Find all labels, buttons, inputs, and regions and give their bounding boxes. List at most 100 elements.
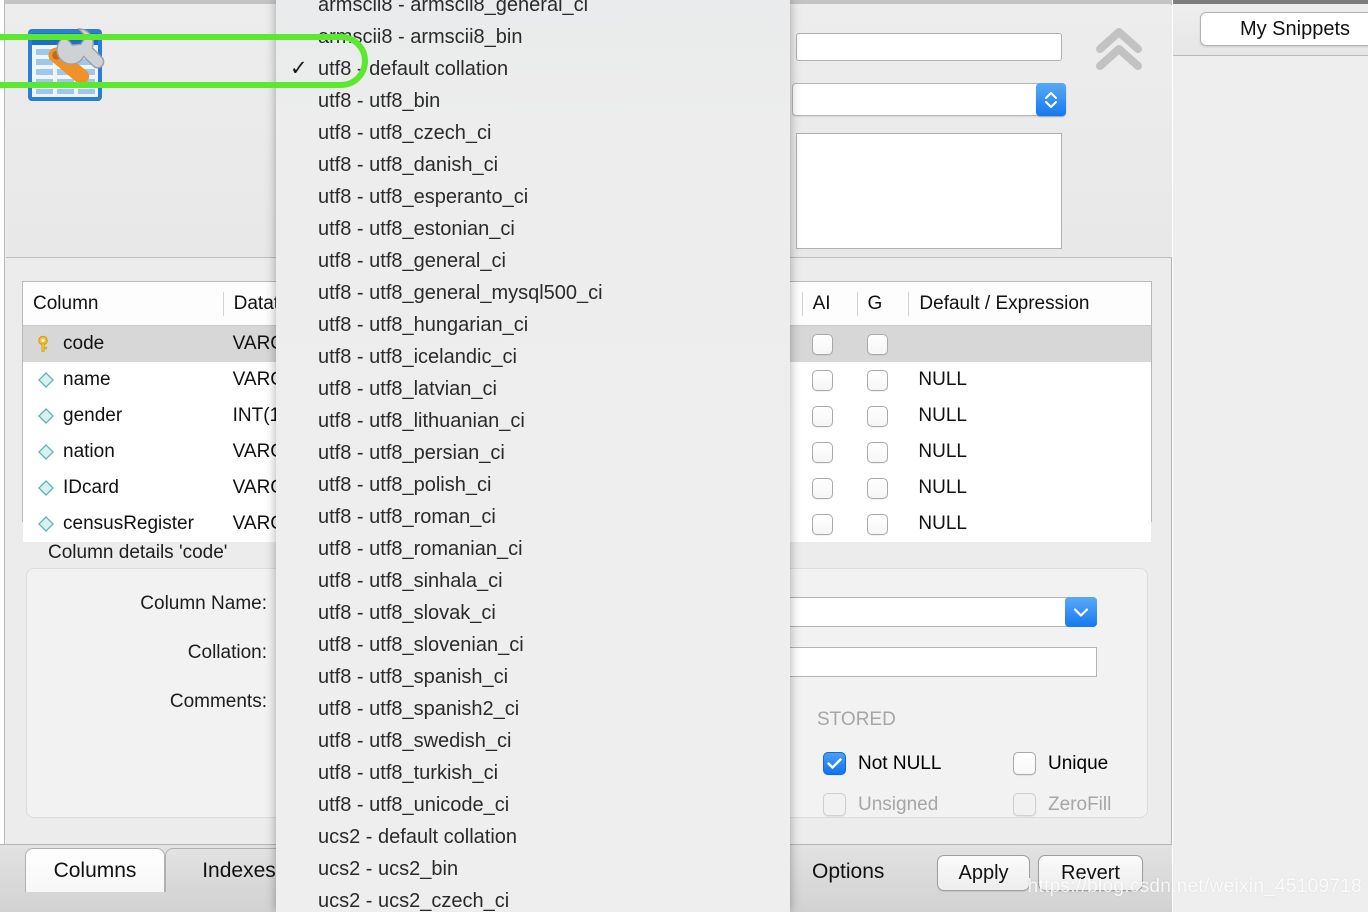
unique-checkbox-row[interactable]: Unique xyxy=(1013,752,1108,775)
collation-option[interactable]: utf8 - utf8_general_mysql500_ci xyxy=(276,277,790,309)
options-label[interactable]: Options xyxy=(812,860,884,884)
collation-option[interactable]: utf8 - utf8_turkish_ci xyxy=(276,757,790,789)
collation-option[interactable]: utf8 - utf8_slovak_ci xyxy=(276,597,790,629)
collation-option[interactable]: utf8 - utf8_roman_ci xyxy=(276,501,790,533)
zerofill-label: ZeroFill xyxy=(1048,793,1112,815)
collation-option[interactable]: utf8 - utf8_estonian_ci xyxy=(276,213,790,245)
up-down-chevron-icon[interactable] xyxy=(1036,83,1066,116)
cell-default[interactable]: NULL xyxy=(908,398,1151,434)
collation-option[interactable]: utf8 - default collation xyxy=(276,53,790,85)
collation-option[interactable]: utf8 - utf8_spanish2_ci xyxy=(276,693,790,725)
diamond-icon xyxy=(33,407,59,425)
cell-g[interactable] xyxy=(857,398,909,434)
not-null-checkbox[interactable] xyxy=(823,752,846,775)
cell-ai[interactable] xyxy=(802,434,857,470)
key-icon xyxy=(33,335,59,353)
cell-g[interactable] xyxy=(857,326,909,362)
cell-g[interactable] xyxy=(857,470,909,506)
chevron-down-icon[interactable] xyxy=(1065,597,1097,627)
g-checkbox[interactable] xyxy=(866,369,888,391)
collation-option[interactable]: utf8 - utf8_latvian_ci xyxy=(276,373,790,405)
table-collation-select[interactable] xyxy=(792,83,1066,116)
collation-dropdown-menu[interactable]: armscii8 - armscii8_general_ci armscii8 -… xyxy=(276,0,790,912)
collation-option[interactable]: utf8 - utf8_slovenian_ci xyxy=(276,629,790,661)
header-default[interactable]: Default / Expression xyxy=(908,291,1151,316)
g-checkbox[interactable] xyxy=(866,477,888,499)
collation-option[interactable]: utf8 - utf8_swedish_ci xyxy=(276,725,790,757)
collation-option[interactable]: utf8 - utf8_persian_ci xyxy=(276,437,790,469)
my-snippets-tab[interactable]: My Snippets xyxy=(1200,12,1368,46)
collation-option[interactable]: utf8 - utf8_romanian_ci xyxy=(276,533,790,565)
ai-checkbox[interactable] xyxy=(811,513,833,535)
collation-option[interactable]: utf8 - utf8_danish_ci xyxy=(276,149,790,181)
cell-default[interactable]: NULL xyxy=(908,506,1151,542)
collation-option[interactable]: utf8 - utf8_lithuanian_ci xyxy=(276,405,790,437)
cell-column-name[interactable]: code xyxy=(23,326,223,362)
collation-option[interactable]: utf8 - utf8_hungarian_ci xyxy=(276,309,790,341)
collation-option[interactable]: utf8 - utf8_czech_ci xyxy=(276,117,790,149)
diamond-icon xyxy=(33,443,59,461)
cell-g[interactable] xyxy=(857,434,909,470)
cell-ai[interactable] xyxy=(802,362,857,398)
collation-option[interactable]: ucs2 - ucs2_czech_ci xyxy=(276,885,790,912)
collation-option[interactable]: utf8 - utf8_bin xyxy=(276,85,790,117)
ai-checkbox[interactable] xyxy=(811,333,833,355)
ai-checkbox[interactable] xyxy=(811,441,833,463)
column-name-text: name xyxy=(63,369,111,390)
ai-checkbox[interactable] xyxy=(811,405,833,427)
cell-column-name[interactable]: gender xyxy=(23,398,223,434)
collation-option[interactable]: utf8 - utf8_icelandic_ci xyxy=(276,341,790,373)
column-name-text: gender xyxy=(63,405,123,426)
header-column[interactable]: Column xyxy=(23,292,223,316)
cell-default[interactable]: NULL xyxy=(908,362,1151,398)
not-null-checkbox-row[interactable]: Not NULL xyxy=(823,752,941,775)
cell-column-name[interactable]: nation xyxy=(23,434,223,470)
collation-option[interactable]: armscii8 - armscii8_bin xyxy=(276,21,790,53)
unique-checkbox[interactable] xyxy=(1013,752,1036,775)
cell-default[interactable] xyxy=(908,326,1151,362)
column-datatype-select[interactable] xyxy=(787,597,1097,627)
column-name-text: nation xyxy=(63,441,115,462)
tab-columns[interactable]: Columns xyxy=(25,848,165,892)
g-checkbox[interactable] xyxy=(866,441,888,463)
g-checkbox[interactable] xyxy=(866,333,888,355)
header-ai[interactable]: AI xyxy=(801,291,857,316)
diamond-icon xyxy=(33,479,59,497)
apply-button[interactable]: Apply xyxy=(937,855,1030,891)
cell-column-name[interactable]: name xyxy=(23,362,223,398)
cell-default[interactable]: NULL xyxy=(908,470,1151,506)
collation-option[interactable]: ucs2 - default collation xyxy=(276,821,790,853)
cell-ai[interactable] xyxy=(802,470,857,506)
ai-checkbox[interactable] xyxy=(811,477,833,499)
cell-ai[interactable] xyxy=(802,398,857,434)
cell-g[interactable] xyxy=(857,506,909,542)
header-g[interactable]: G xyxy=(856,291,909,316)
cell-column-name[interactable]: IDcard xyxy=(23,470,223,506)
collation-option[interactable]: utf8 - utf8_general_ci xyxy=(276,245,790,277)
g-checkbox[interactable] xyxy=(866,405,888,427)
cell-ai[interactable] xyxy=(802,326,857,362)
table-comments-textarea[interactable] xyxy=(796,133,1062,249)
g-checkbox[interactable] xyxy=(866,513,888,535)
collation-option[interactable]: utf8 - utf8_sinhala_ci xyxy=(276,565,790,597)
cell-column-name[interactable]: censusRegister xyxy=(23,506,223,542)
stored-option-label: STORED xyxy=(817,709,896,730)
zerofill-checkbox-row: ZeroFill xyxy=(1013,793,1111,816)
collation-option[interactable]: armscii8 - armscii8_general_ci xyxy=(276,0,790,21)
cell-g[interactable] xyxy=(857,362,909,398)
ai-checkbox[interactable] xyxy=(811,369,833,391)
cell-default[interactable]: NULL xyxy=(908,434,1151,470)
collation-option[interactable]: utf8 - utf8_spanish_ci xyxy=(276,661,790,693)
table-name-input[interactable] xyxy=(796,33,1062,61)
column-details-title: Column details 'code' xyxy=(48,542,228,563)
cell-ai[interactable] xyxy=(802,506,857,542)
default-text: NULL xyxy=(918,513,967,534)
unsigned-label: Unsigned xyxy=(858,793,939,815)
collation-option[interactable]: utf8 - utf8_polish_ci xyxy=(276,469,790,501)
collation-option[interactable]: ucs2 - ucs2_bin xyxy=(276,853,790,885)
default-text: NULL xyxy=(918,441,967,462)
column-default-input[interactable] xyxy=(783,647,1097,677)
collation-option[interactable]: utf8 - utf8_esperanto_ci xyxy=(276,181,790,213)
collation-option[interactable]: utf8 - utf8_unicode_ci xyxy=(276,789,790,821)
double-chevron-up-icon[interactable] xyxy=(1094,27,1144,71)
